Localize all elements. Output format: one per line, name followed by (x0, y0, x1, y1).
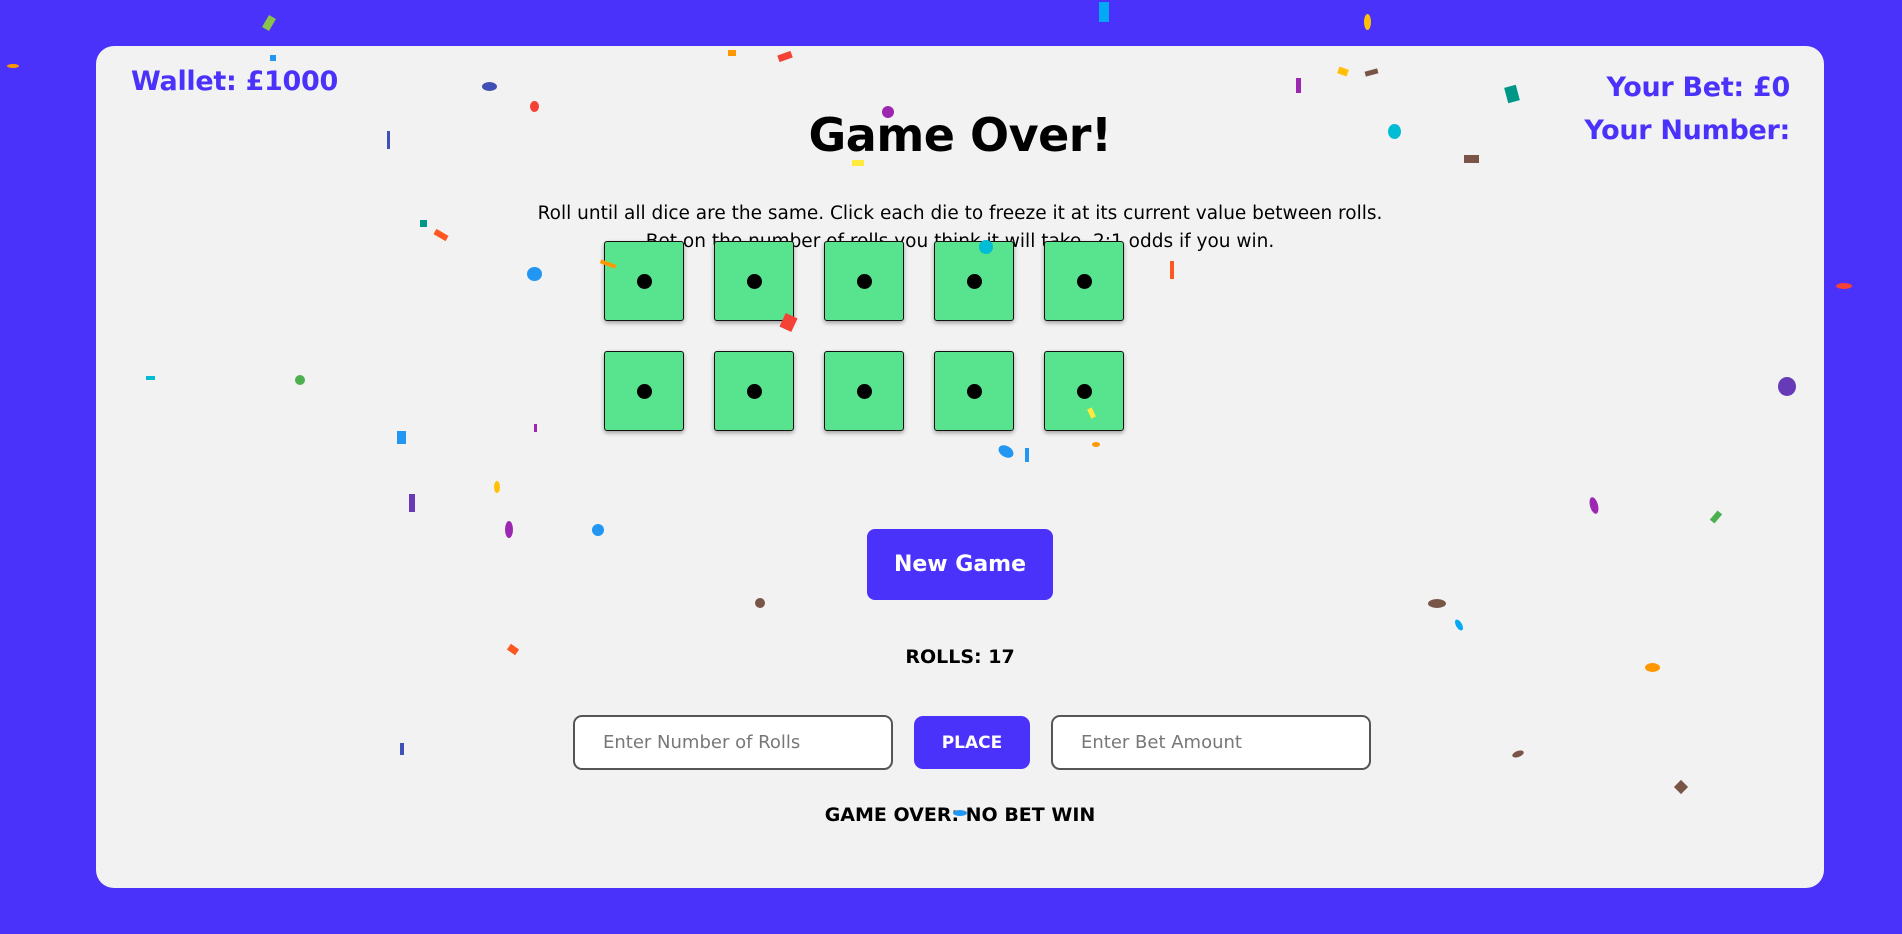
pip-icon (856, 273, 872, 289)
pip-icon (746, 273, 762, 289)
dice-grid (604, 241, 1124, 431)
die-4[interactable] (934, 241, 1014, 321)
die-2[interactable] (714, 241, 794, 321)
pip-icon (966, 383, 982, 399)
new-game-button[interactable]: New Game (867, 529, 1053, 600)
game-title: Game Over! (808, 108, 1112, 162)
die-9[interactable] (934, 351, 1014, 431)
rolls-counter: ROLLS: 17 (905, 646, 1015, 668)
bet-amount-input[interactable] (1051, 715, 1371, 770)
confetti-piece (262, 14, 276, 32)
pip-icon (636, 273, 652, 289)
die-3[interactable] (824, 241, 904, 321)
die-5[interactable] (1044, 241, 1124, 321)
pip-icon (746, 383, 762, 399)
pip-icon (1076, 383, 1092, 399)
die-10[interactable] (1044, 351, 1124, 431)
place-bet-button[interactable]: PLACE (914, 716, 1030, 769)
die-8[interactable] (824, 351, 904, 431)
confetti-piece (1364, 14, 1371, 30)
die-6[interactable] (604, 351, 684, 431)
current-bet: Your Bet: £0 (1606, 72, 1790, 103)
confetti-piece (1836, 283, 1852, 289)
pip-icon (966, 273, 982, 289)
die-7[interactable] (714, 351, 794, 431)
bet-form: PLACE (573, 715, 1371, 770)
confetti-piece (7, 64, 19, 68)
pip-icon (856, 383, 872, 399)
pip-icon (1076, 273, 1092, 289)
game-card: Wallet: £1000 Your Bet: £0 Your Number: … (96, 46, 1824, 888)
pip-icon (636, 383, 652, 399)
wallet-balance: Wallet: £1000 (131, 66, 338, 97)
instruction-line-1: Roll until all dice are the same. Click … (537, 203, 1383, 224)
confetti-piece (1099, 2, 1109, 22)
rolls-guess-input[interactable] (573, 715, 893, 770)
game-status: GAME OVER: NO BET WIN (824, 804, 1096, 826)
die-1[interactable] (604, 241, 684, 321)
